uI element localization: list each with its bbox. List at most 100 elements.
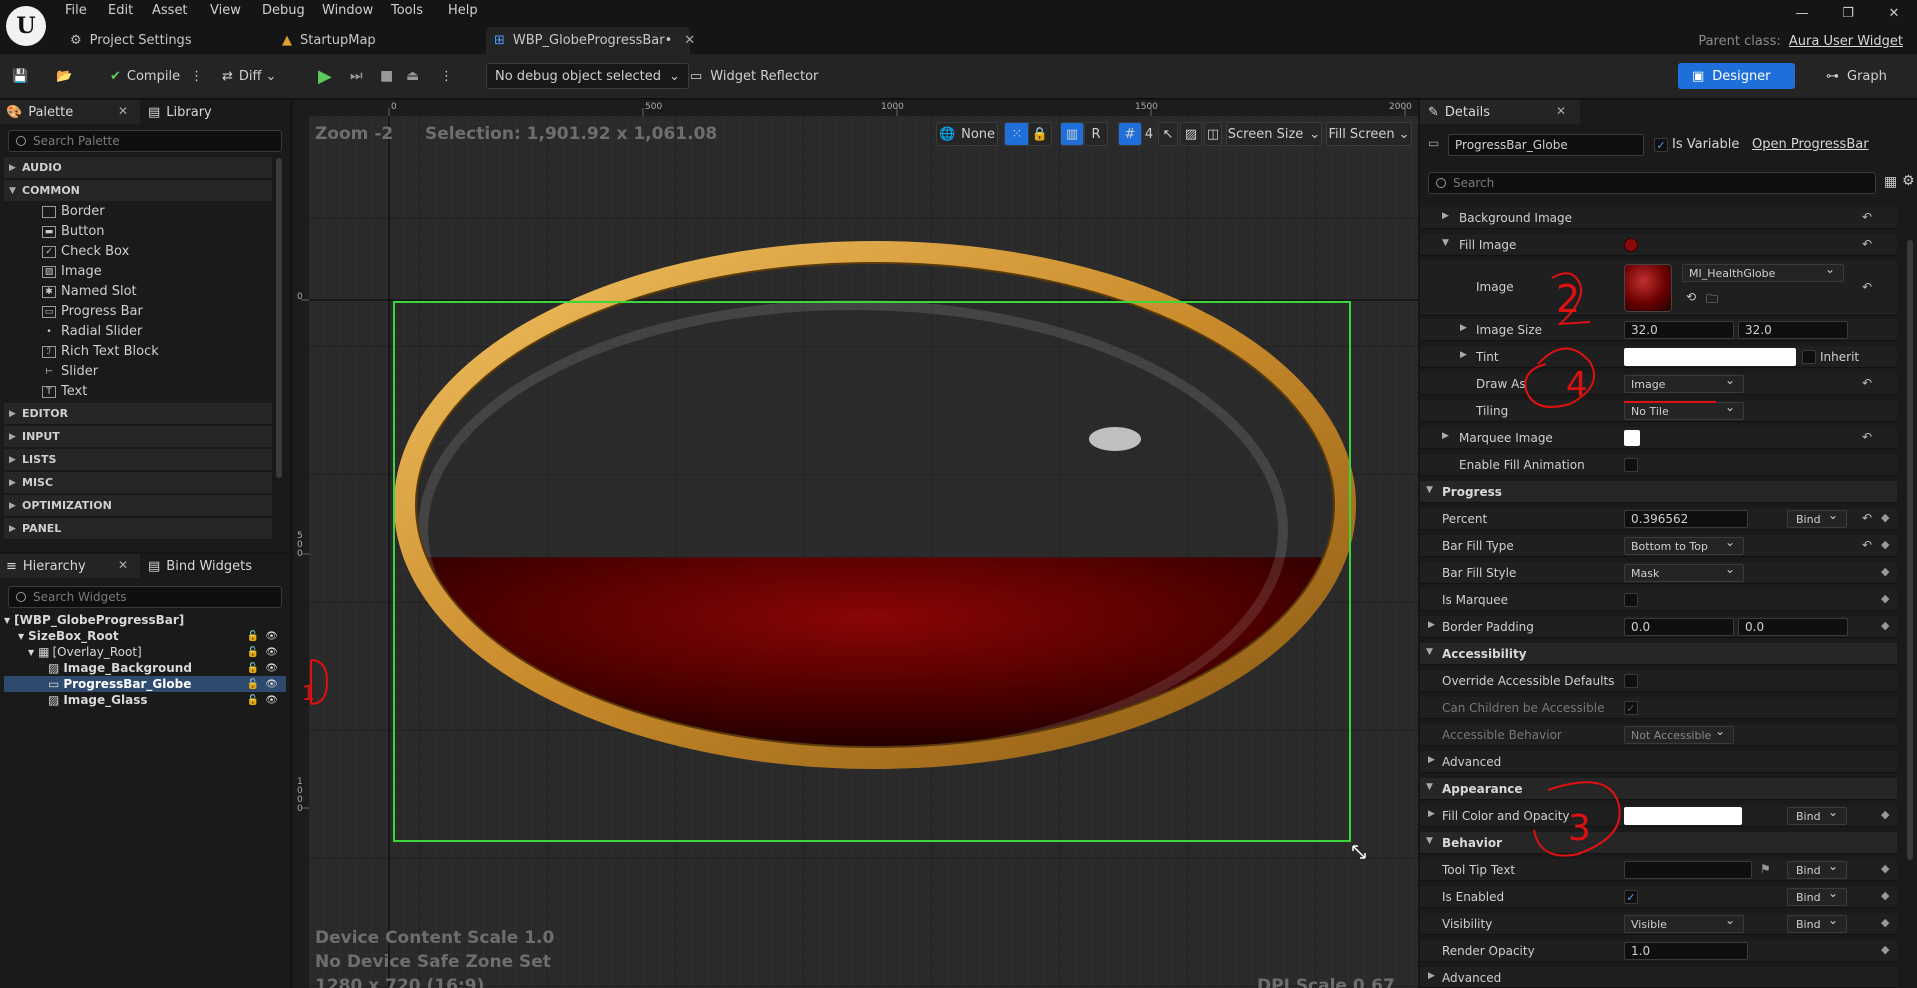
tab-details[interactable]: ✎ Details [1428, 100, 1490, 124]
table-view-icon[interactable]: ▦ [1884, 174, 1897, 190]
palette-item-check-box[interactable]: ✓ Check Box [42, 242, 129, 261]
graph-button[interactable]: ⊶ Graph [1826, 63, 1887, 89]
reset-icon[interactable]: ↶ [1862, 511, 1872, 525]
pin-icon[interactable]: ◆ [1881, 619, 1889, 632]
row-image[interactable]: Image MI_HealthGlobe ⟲ 🗀 ↶ [1420, 260, 1897, 316]
category-audio[interactable]: ▶ AUDIO [4, 157, 272, 178]
scrollbar[interactable] [276, 158, 282, 478]
grid-snap-toggle[interactable]: # [1118, 122, 1142, 146]
palette-item-named-slot[interactable]: ✱ Named Slot [42, 282, 137, 301]
pin-icon[interactable]: ◆ [1881, 943, 1889, 956]
cursor-icon[interactable]: ↖ [1158, 122, 1178, 146]
eject-icon[interactable]: ⏏ [406, 63, 419, 89]
palette-item-border[interactable]: Border [42, 202, 105, 221]
override-accessible-checkbox[interactable] [1624, 674, 1638, 688]
bind-dropdown[interactable]: Bind [1787, 886, 1847, 906]
close-icon[interactable]: ✕ [118, 558, 128, 572]
tab-bind-widgets[interactable]: ▤ Bind Widgets [148, 554, 252, 578]
menu-debug[interactable]: Debug [262, 3, 305, 18]
reset-icon[interactable]: ↶ [1862, 237, 1872, 251]
tab-wbp-globe-progress-bar[interactable]: ⊞ WBP_GlobeProgressBar• ✕ [486, 27, 695, 54]
menu-tools[interactable]: Tools [391, 3, 423, 18]
reset-icon[interactable]: ↶ [1862, 210, 1872, 224]
hierarchy-row-image-glass[interactable]: ▨ Image_Glass 🔓 👁 [4, 692, 286, 708]
reset-icon[interactable]: ↶ [1862, 430, 1872, 444]
image-size-y[interactable]: 32.0 [1738, 321, 1848, 339]
hierarchy-row-progressbar-globe[interactable]: ▭ ProgressBar_Globe 🔓 👁 [4, 676, 286, 692]
menu-asset[interactable]: Asset [152, 3, 188, 18]
pin-icon[interactable]: ◆ [1881, 592, 1889, 605]
widget-name-field[interactable]: ProgressBar_Globe [1448, 134, 1644, 156]
step-icon[interactable]: ⏭ [350, 63, 363, 89]
save-icon[interactable]: 💾 [12, 63, 28, 89]
diff-button[interactable]: ⇄ Diff ⌄ [222, 63, 276, 89]
more-options-icon[interactable]: ⋮ [440, 63, 453, 89]
reset-icon[interactable]: ↶ [1862, 376, 1872, 390]
marquee-swatch[interactable] [1624, 430, 1640, 446]
r-button[interactable]: R [1084, 122, 1108, 146]
pin-icon[interactable]: ◆ [1881, 538, 1889, 551]
eye-icon[interactable]: 👁 [265, 695, 278, 706]
tint-color-swatch[interactable] [1624, 348, 1796, 366]
row-image-size[interactable]: ▶ Image Size 32.0 32.0 [1420, 319, 1897, 341]
gear-icon[interactable]: ⚙ [1902, 173, 1915, 189]
pin-icon[interactable]: ◆ [1881, 808, 1889, 821]
debug-object-dropdown[interactable]: No debug object selected ⌄ [486, 63, 689, 89]
image-thumbnail[interactable] [1624, 264, 1672, 312]
lock-icon[interactable]: 🔓 [247, 631, 259, 642]
row-percent[interactable]: Percent 0.396562 Bind ↶ ◆ [1420, 508, 1897, 530]
row-advanced-behavior[interactable]: ▶ Advanced [1420, 967, 1897, 988]
fill-color-swatch[interactable] [1624, 807, 1742, 825]
menu-window[interactable]: Window [322, 3, 373, 18]
hierarchy-row-root[interactable]: ▼ [WBP_GlobeProgressBar] [4, 612, 286, 628]
pin-icon[interactable]: ◆ [1881, 565, 1889, 578]
menu-view[interactable]: View [210, 3, 241, 18]
search-input[interactable]: Search Widgets [8, 586, 282, 608]
scrollbar[interactable] [1907, 240, 1913, 860]
lock-icon[interactable]: 🔓 [247, 679, 259, 690]
category-optimization[interactable]: ▶ OPTIMIZATION [4, 495, 272, 516]
row-fill-image[interactable]: ▼ Fill Image ↶ [1420, 234, 1897, 256]
palette-item-image[interactable]: ▨ Image [42, 262, 102, 281]
tooltip-field[interactable] [1624, 861, 1752, 879]
palette-item-radial-slider[interactable]: • Radial Slider [42, 322, 142, 341]
browse-icon[interactable]: 🗀 [1706, 290, 1718, 311]
category-input[interactable]: ▶ INPUT [4, 426, 272, 447]
category-editor[interactable]: ▶ EDITOR [4, 403, 272, 424]
row-border-padding[interactable]: ▶ Border Padding 0.0 0.0 ◆ [1420, 616, 1897, 638]
browse-icon[interactable]: 📂 [56, 63, 72, 89]
close-icon[interactable]: ✕ [118, 104, 128, 118]
use-selected-icon[interactable]: ⟲ [1686, 290, 1696, 304]
designer-canvas[interactable]: 0 500 1000 1500 2000 0 5 0 0 1 0 0 0 Zoo… [293, 100, 1418, 988]
row-is-enabled[interactable]: Is Enabled ✓ Bind ◆ [1420, 886, 1897, 908]
row-draw-as[interactable]: Draw As Image ↶ [1420, 373, 1897, 395]
designer-button[interactable]: ▣ Designer [1678, 63, 1795, 89]
minimize-icon[interactable]: — [1779, 0, 1825, 26]
search-input[interactable]: Search Palette [8, 130, 282, 152]
preview-icon[interactable]: ◫ [1204, 122, 1222, 146]
pin-icon[interactable]: ◆ [1881, 889, 1889, 902]
row-tooltip-text[interactable]: Tool Tip Text ⚑ Bind ◆ [1420, 859, 1897, 881]
category-lists[interactable]: ▶ LISTS [4, 449, 272, 470]
row-override-accessible[interactable]: Override Accessible Defaults [1420, 670, 1897, 692]
eye-icon[interactable]: 👁 [265, 663, 278, 674]
grid-size[interactable]: 4 [1140, 122, 1158, 146]
is-enabled-checkbox[interactable]: ✓ [1624, 890, 1638, 904]
lock-icon[interactable]: 🔓 [247, 663, 259, 674]
enable-fill-animation-checkbox[interactable] [1624, 458, 1638, 472]
tab-palette[interactable]: 🎨 Palette [6, 100, 73, 124]
compile-button[interactable]: ✔ Compile ⋮ [110, 63, 203, 89]
row-tint[interactable]: ▶ Tint Inherit [1420, 346, 1897, 368]
pin-icon[interactable]: ◆ [1881, 511, 1889, 524]
palette-item-progress-bar[interactable]: ▭ Progress Bar [42, 302, 143, 321]
eye-icon[interactable]: 👁 [265, 631, 278, 642]
tab-hierarchy[interactable]: ≡ Hierarchy [6, 554, 86, 578]
section-progress[interactable]: ▼ Progress [1420, 481, 1897, 503]
row-bar-fill-type[interactable]: Bar Fill Type Bottom to Top ↶ ◆ [1420, 535, 1897, 557]
bind-dropdown[interactable]: Bind [1787, 859, 1847, 879]
row-visibility[interactable]: Visibility Visible Bind ◆ [1420, 913, 1897, 935]
lock-toggle[interactable]: 🔒 [1028, 122, 1052, 146]
row-advanced[interactable]: ▶ Advanced [1420, 751, 1897, 773]
row-marquee-image[interactable]: ▶ Marquee Image ↶ [1420, 427, 1897, 449]
hierarchy-row-overlay[interactable]: ▼ ▦ [Overlay_Root] 🔓 👁 [4, 644, 286, 660]
